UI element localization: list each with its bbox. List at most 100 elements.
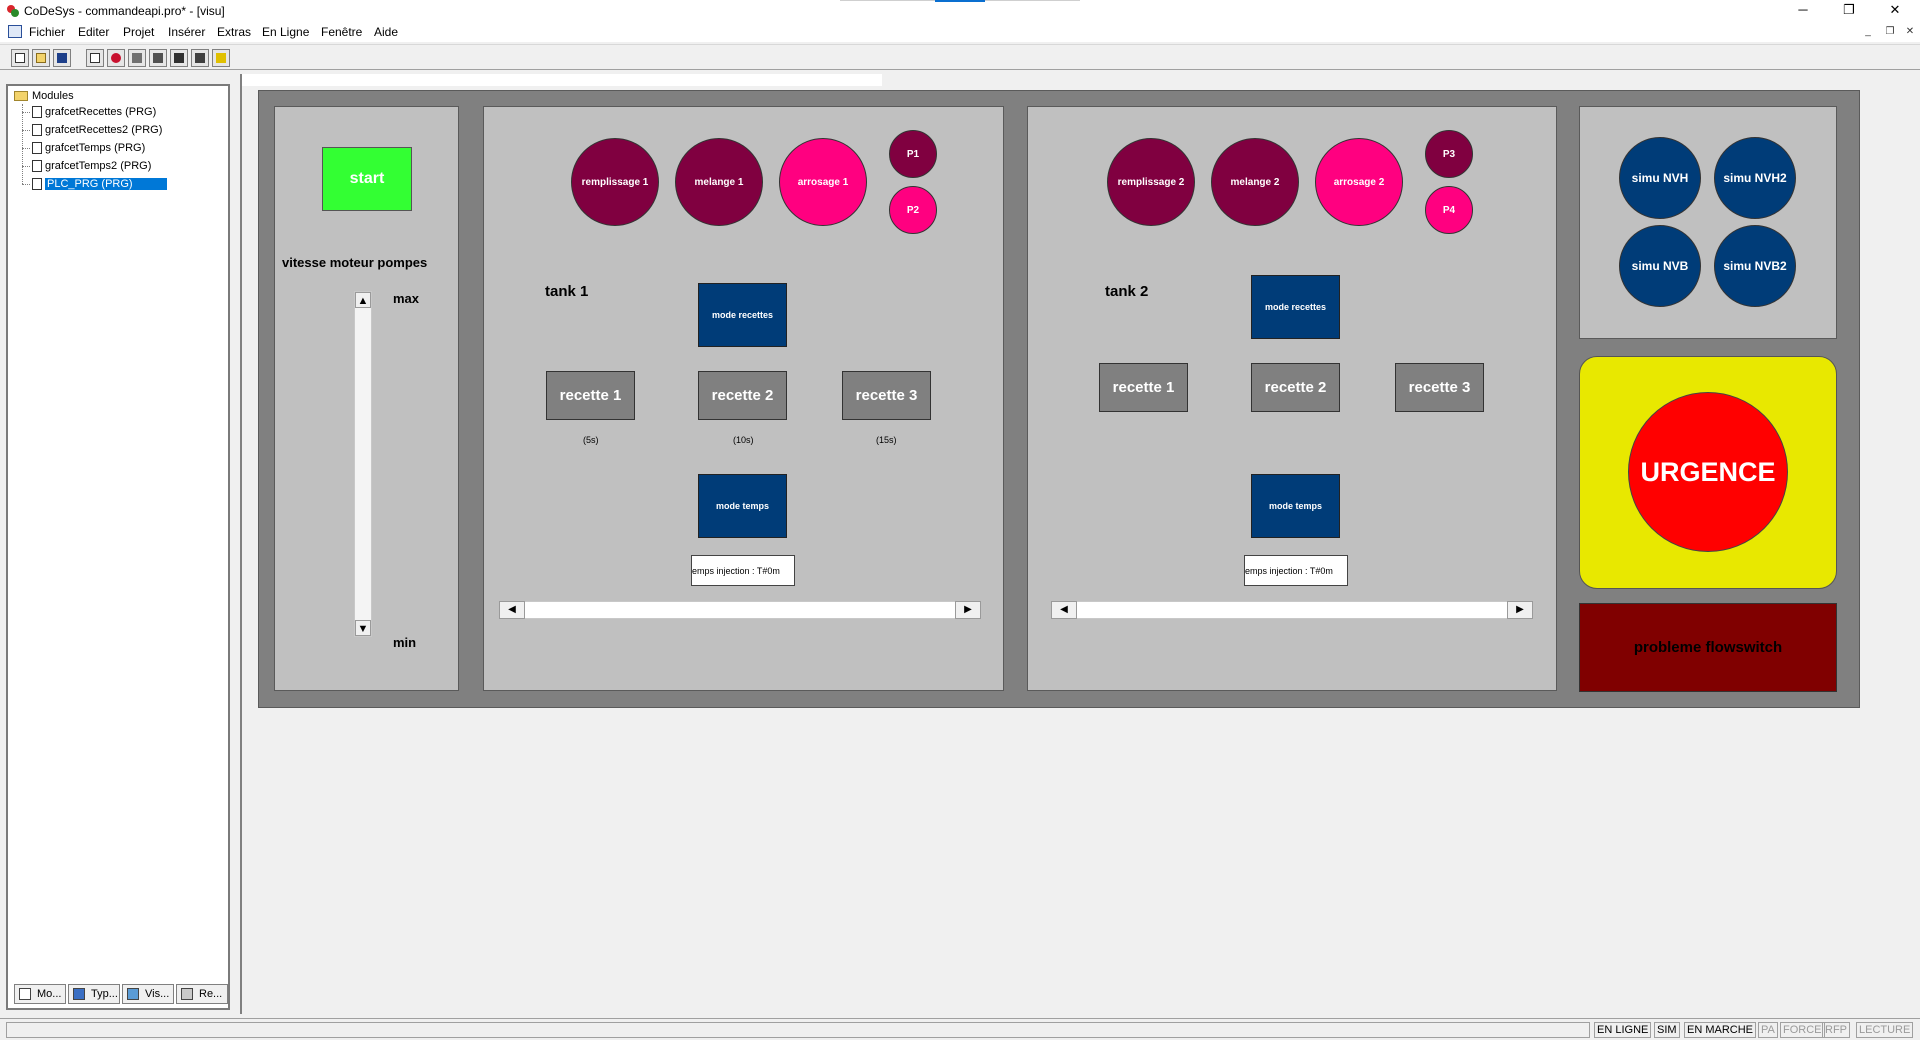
status-pa: PA xyxy=(1758,1022,1778,1038)
simu-nvh2-button[interactable]: simu NVH2 xyxy=(1714,137,1796,219)
close-button[interactable]: ✕ xyxy=(1872,0,1918,22)
tree-root-label: Modules xyxy=(32,90,74,102)
menu-projet[interactable]: Projet xyxy=(123,25,154,39)
tank2-scroll-right-arrow[interactable]: ▶ xyxy=(1507,601,1533,619)
status-rfp: RFP xyxy=(1822,1022,1850,1038)
open-icon[interactable] xyxy=(32,49,50,67)
folder-icon xyxy=(14,91,28,102)
step-icon[interactable] xyxy=(191,49,209,67)
pump-speed-slider[interactable]: ▲ ▼ xyxy=(354,291,372,637)
tab-modules[interactable]: Mo... xyxy=(14,984,66,1004)
object-organizer: Modules grafcetRecettes (PRG) grafcetRec… xyxy=(6,84,230,1010)
login-icon[interactable] xyxy=(128,49,146,67)
title-accent xyxy=(935,0,985,2)
menu-fichier[interactable]: Fichier xyxy=(29,25,65,39)
melange2-indicator[interactable]: melange 2 xyxy=(1211,138,1299,226)
pump-speed-panel: start vitesse moteur pompes ▲ ▼ max min xyxy=(274,106,459,691)
menu-inserer[interactable]: Insérer xyxy=(168,25,205,39)
tank2-recette1-button[interactable]: recette 1 xyxy=(1099,363,1188,412)
tank1-label: tank 1 xyxy=(545,283,589,300)
tank1-mode-recettes-button[interactable]: mode recettes xyxy=(698,283,787,347)
visualisation-frame: start vitesse moteur pompes ▲ ▼ max min … xyxy=(258,90,1860,708)
mdi-restore-button[interactable]: ❐ xyxy=(1880,24,1900,40)
tank2-injection-time-field[interactable]: emps injection : T#0m xyxy=(1244,555,1348,586)
tree-root-modules[interactable]: Modules xyxy=(14,90,74,102)
urgence-button[interactable]: URGENCE xyxy=(1628,392,1788,552)
minimize-button[interactable]: ─ xyxy=(1780,0,1826,22)
tree-item-label: grafcetTemps2 (PRG) xyxy=(45,160,152,172)
menu-fenetre[interactable]: Fenêtre xyxy=(321,25,362,39)
new-icon[interactable] xyxy=(11,49,29,67)
mdi-minimize-button[interactable]: _ xyxy=(1858,24,1878,40)
recette3-duration: (15s) xyxy=(876,435,897,445)
codesys-window: CoDeSys - commandeapi.pro* - [visu] ─ ❐ … xyxy=(0,0,1920,1040)
tank1-recette1-button[interactable]: recette 1 xyxy=(546,371,635,420)
pump-p1-indicator[interactable]: P1 xyxy=(889,130,937,178)
tank2-recette3-button[interactable]: recette 3 xyxy=(1395,363,1484,412)
mdi-close-button[interactable]: ✕ xyxy=(1900,24,1920,40)
tank1-mode-temps-button[interactable]: mode temps xyxy=(698,474,787,538)
tree-item-grafcetrecettes2[interactable]: grafcetRecettes2 (PRG) xyxy=(22,122,222,138)
tank1-injection-time-field[interactable]: emps injection : T#0m xyxy=(691,555,795,586)
toolbar xyxy=(0,44,1920,70)
tank2-panel: remplissage 2 melange 2 arrosage 2 P3 P4… xyxy=(1027,106,1557,691)
simu-nvh-button[interactable]: simu NVH xyxy=(1619,137,1701,219)
min-label: min xyxy=(393,635,417,650)
tree-item-grafcettemps[interactable]: grafcetTemps (PRG) xyxy=(22,140,222,156)
build-icon[interactable] xyxy=(86,49,104,67)
tab-types[interactable]: Typ... xyxy=(68,984,120,1004)
tab-resources[interactable]: Re... xyxy=(176,984,228,1004)
remplissage2-indicator[interactable]: remplissage 2 xyxy=(1107,138,1195,226)
program-icon xyxy=(32,106,42,119)
document-icon[interactable] xyxy=(8,25,22,38)
tree-item-plc-prg[interactable]: PLC_PRG (PRG) xyxy=(22,176,222,192)
tree-item-label: grafcetRecettes2 (PRG) xyxy=(45,124,163,136)
pump-p3-indicator[interactable]: P3 xyxy=(1425,130,1473,178)
slider-down-arrow[interactable]: ▼ xyxy=(355,620,371,636)
types-tab-icon xyxy=(73,988,85,1000)
remplissage1-indicator[interactable]: remplissage 1 xyxy=(571,138,659,226)
pump-p4-indicator[interactable]: P4 xyxy=(1425,186,1473,234)
menu-en-ligne[interactable]: En Ligne xyxy=(262,25,309,39)
status-en-ligne: EN LIGNE xyxy=(1594,1022,1652,1038)
tank1-scroll-right-arrow[interactable]: ▶ xyxy=(955,601,981,619)
arrosage2-indicator[interactable]: arrosage 2 xyxy=(1315,138,1403,226)
status-sim: SIM xyxy=(1654,1022,1680,1038)
tree-item-grafcettemps2[interactable]: grafcetTemps2 (PRG) xyxy=(22,158,222,174)
tank1-recette3-button[interactable]: recette 3 xyxy=(842,371,931,420)
online-icon[interactable] xyxy=(212,49,230,67)
tank2-horizontal-slider[interactable]: ◀ ▶ xyxy=(1051,601,1533,619)
tank2-scroll-left-arrow[interactable]: ◀ xyxy=(1051,601,1077,619)
save-icon[interactable] xyxy=(53,49,71,67)
tank2-recette2-button[interactable]: recette 2 xyxy=(1251,363,1340,412)
modules-tab-icon xyxy=(19,988,31,1000)
tank2-mode-recettes-button[interactable]: mode recettes xyxy=(1251,275,1340,339)
stop-icon[interactable] xyxy=(107,49,125,67)
melange1-indicator[interactable]: melange 1 xyxy=(675,138,763,226)
simu-nvb-button[interactable]: simu NVB xyxy=(1619,225,1701,307)
maximize-button[interactable]: ❐ xyxy=(1826,0,1872,22)
status-en-marche: EN MARCHE xyxy=(1684,1022,1757,1038)
tree-item-label: grafcetRecettes (PRG) xyxy=(45,106,157,118)
program-icon xyxy=(32,160,42,173)
menu-aide[interactable]: Aide xyxy=(374,25,398,39)
slider-up-arrow[interactable]: ▲ xyxy=(355,292,371,308)
run-icon[interactable] xyxy=(170,49,188,67)
tab-visualisations[interactable]: Vis... xyxy=(122,984,174,1004)
tree-item-grafcetrecettes[interactable]: grafcetRecettes (PRG) xyxy=(22,104,222,120)
arrosage1-indicator[interactable]: arrosage 1 xyxy=(779,138,867,226)
pump-p2-indicator[interactable]: P2 xyxy=(889,186,937,234)
simu-nvb2-button[interactable]: simu NVB2 xyxy=(1714,225,1796,307)
tank1-recette2-button[interactable]: recette 2 xyxy=(698,371,787,420)
tank1-scroll-left-arrow[interactable]: ◀ xyxy=(499,601,525,619)
logout-icon[interactable] xyxy=(149,49,167,67)
resources-tab-icon xyxy=(181,988,193,1000)
tank1-horizontal-slider[interactable]: ◀ ▶ xyxy=(499,601,981,619)
menu-extras[interactable]: Extras xyxy=(217,25,251,39)
menu-editer[interactable]: Editer xyxy=(78,25,109,39)
tank2-mode-temps-button[interactable]: mode temps xyxy=(1251,474,1340,538)
tree-item-label: PLC_PRG (PRG) xyxy=(45,178,167,190)
recette1-duration: (5s) xyxy=(583,435,599,445)
start-button[interactable]: start xyxy=(322,147,412,211)
simulation-panel: simu NVH simu NVH2 simu NVB simu NVB2 xyxy=(1579,106,1837,339)
